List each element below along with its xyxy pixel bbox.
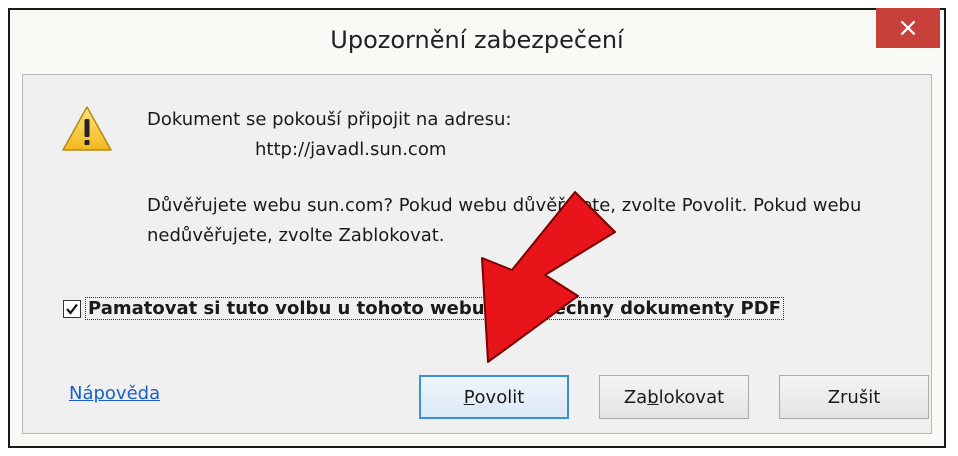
block-button-label-rest: lokovat — [658, 386, 725, 408]
allow-button-mnemonic: P — [463, 386, 475, 408]
remember-checkbox-label[interactable]: Pamatovat si tuto volbu u tohoto webu pr… — [85, 297, 784, 320]
cancel-button-label: Zrušit — [827, 386, 881, 408]
remember-checkbox[interactable] — [63, 299, 81, 318]
block-button-mnemonic: b — [647, 386, 659, 408]
title-bar[interactable]: Upozornění zabezpečení × — [10, 8, 944, 74]
dialog-body: Dokument se pokouší připojit na adresu: … — [22, 74, 932, 434]
allow-button-label-rest: ovolit — [474, 386, 525, 408]
remember-choice-row[interactable]: Pamatovat si tuto volbu u tohoto webu pr… — [63, 297, 784, 320]
message-text: Dokument se pokouší připojit na adresu: — [147, 109, 512, 130]
security-warning-dialog: Upozornění zabezpečení × Dokument se pok… — [8, 8, 946, 448]
block-button-label-prefix: Za — [623, 386, 648, 408]
close-icon: × — [897, 13, 919, 43]
help-link[interactable]: Nápověda — [69, 383, 160, 404]
url-text: http://javadl.sun.com — [255, 139, 447, 160]
allow-button[interactable]: Povolit — [419, 375, 569, 419]
warning-icon — [62, 106, 112, 151]
close-button[interactable]: × — [876, 8, 940, 48]
checkmark-icon — [66, 303, 78, 315]
question-text: Důvěřujete webu sun.com? Pokud webu důvě… — [147, 195, 862, 246]
dialog-title: Upozornění zabezpečení — [330, 26, 624, 54]
cancel-button[interactable]: Zrušit — [779, 375, 929, 419]
block-button[interactable]: Za b lokovat — [599, 375, 749, 419]
